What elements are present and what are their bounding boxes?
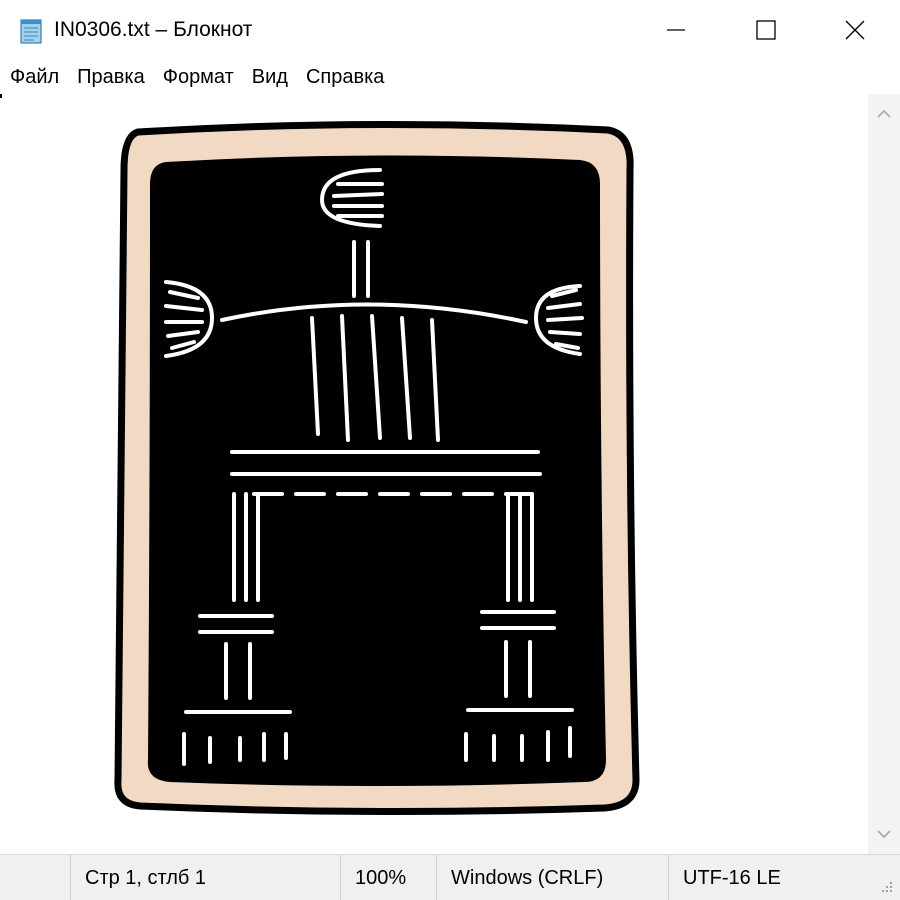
menu-file[interactable]: Файл bbox=[1, 60, 68, 94]
notepad-icon bbox=[20, 19, 42, 44]
emblem-head-stroke bbox=[332, 192, 384, 198]
menu-bar: Файл Правка Формат Вид Справка bbox=[0, 60, 900, 94]
maximize-button[interactable] bbox=[721, 0, 811, 60]
vertical-scrollbar[interactable] bbox=[868, 94, 900, 854]
minimize-button[interactable] bbox=[631, 0, 721, 60]
menu-format[interactable]: Формат bbox=[154, 60, 243, 94]
emblem-right-hand-stroke bbox=[548, 330, 582, 336]
scroll-down-button[interactable] bbox=[868, 814, 900, 854]
menu-view[interactable]: Вид bbox=[243, 60, 297, 94]
close-button[interactable] bbox=[810, 0, 900, 60]
minimize-icon bbox=[667, 29, 685, 31]
status-spacer bbox=[0, 855, 70, 900]
emblem-panel bbox=[147, 155, 606, 787]
menu-edit[interactable]: Правка bbox=[68, 60, 154, 94]
scroll-up-button[interactable] bbox=[868, 94, 900, 134]
emblem-image bbox=[114, 120, 640, 816]
status-line-endings: Windows (CRLF) bbox=[436, 855, 668, 900]
chevron-down-icon bbox=[877, 830, 891, 839]
title-bar[interactable]: IN0306.txt – Блокнот bbox=[0, 0, 900, 60]
window-title: IN0306.txt – Блокнот bbox=[54, 18, 253, 41]
emblem-right-hand-stroke bbox=[546, 316, 584, 322]
text-editor-area[interactable] bbox=[0, 94, 868, 854]
status-bar: Стр 1, стлб 1 100% Windows (CRLF) UTF-16… bbox=[0, 854, 900, 900]
status-encoding: UTF-16 LE bbox=[668, 855, 900, 900]
status-cursor-position: Стр 1, стлб 1 bbox=[70, 855, 340, 900]
close-icon bbox=[845, 20, 865, 40]
menu-help[interactable]: Справка bbox=[297, 60, 393, 94]
maximize-icon bbox=[756, 20, 776, 40]
resize-grip-icon[interactable] bbox=[878, 878, 894, 894]
chevron-up-icon bbox=[877, 109, 891, 118]
status-zoom: 100% bbox=[340, 855, 436, 900]
